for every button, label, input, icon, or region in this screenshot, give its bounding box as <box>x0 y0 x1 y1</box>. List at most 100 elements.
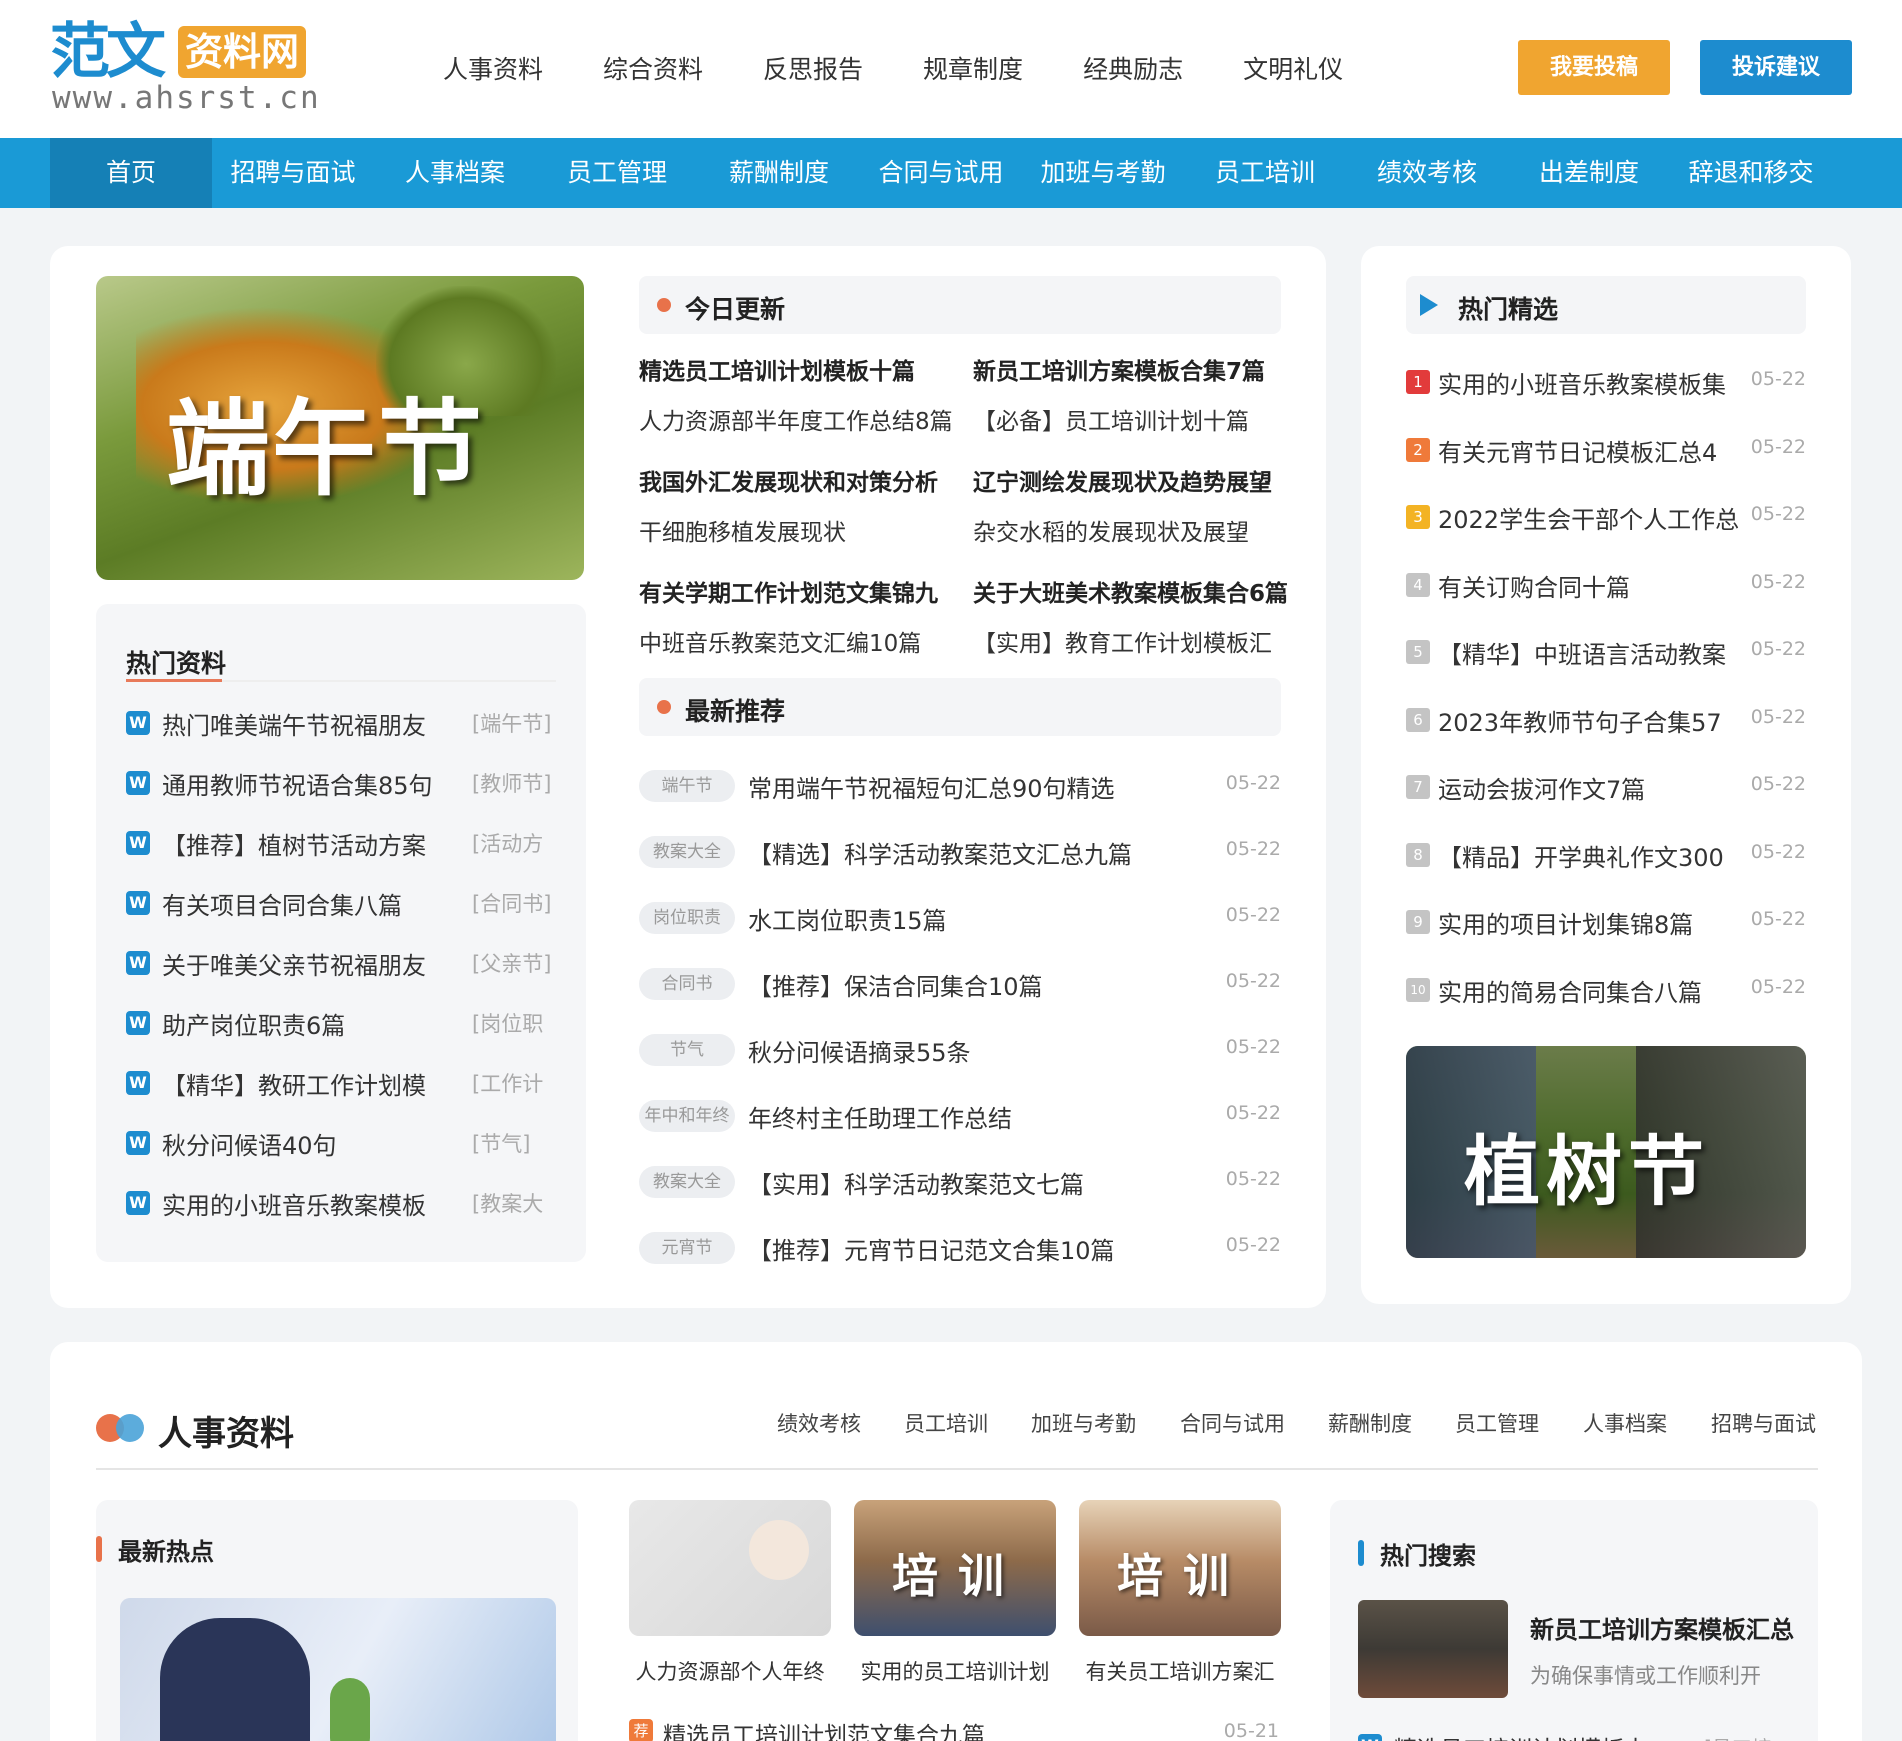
article-thumbnail[interactable]: 培训 <box>1079 1500 1281 1636</box>
ranked-item[interactable]: 4 有关订购合同十篇 05-22 <box>1406 565 1806 605</box>
thumbnail-title[interactable]: 实用的员工培训计划 <box>854 1656 1056 1686</box>
category-pill[interactable]: 岗位职责 <box>639 902 735 934</box>
recommend-title[interactable]: 秋分问候语摘录55条 <box>748 1033 971 1068</box>
main-nav-item[interactable]: 招聘与面试 <box>212 138 374 208</box>
list-item-title[interactable]: 秋分问候语40句 <box>162 1126 337 1161</box>
update-link[interactable]: 【实用】教育工作计划模板汇 <box>973 624 1272 658</box>
update-link[interactable]: 我国外汇发展现状和对策分析 <box>639 463 938 497</box>
list-item-title[interactable]: 【推荐】植树节活动方案 <box>162 826 426 861</box>
list-item-title[interactable]: 【精华】教研工作计划模 <box>162 1066 426 1101</box>
recommend-row[interactable]: 年中和年终 年终村主任助理工作总结 05-22 <box>639 1096 1281 1136</box>
recommend-title[interactable]: 年终村主任助理工作总结 <box>748 1099 1012 1134</box>
ranked-item-title[interactable]: 有关元宵节日记模板汇总4 <box>1438 433 1758 468</box>
list-item[interactable]: 荐 精选员工培训计划范文集合九篇 05-21 <box>629 1716 1279 1741</box>
thumbnail-title[interactable]: 人力资源部个人年终 <box>629 1656 831 1686</box>
section-tab[interactable]: 员工管理 <box>1455 1408 1539 1438</box>
recommend-title[interactable]: 常用端午节祝福短句汇总90句精选 <box>748 769 1115 804</box>
list-item[interactable]: W 实用的小班音乐教案模板 [教案大 <box>126 1184 566 1224</box>
recommend-title[interactable]: 【推荐】元宵节日记范文合集10篇 <box>748 1231 1115 1266</box>
list-item-tag[interactable]: [合同书] <box>472 888 551 918</box>
ranked-item-title[interactable]: 实用的小班音乐教案模板集 <box>1438 365 1758 400</box>
article-thumbnail[interactable] <box>629 1500 831 1636</box>
ranked-item[interactable]: 10 实用的简易合同集合八篇 05-22 <box>1406 970 1806 1010</box>
section-tab[interactable]: 薪酬制度 <box>1328 1408 1412 1438</box>
list-item-tag[interactable]: [岗位职 <box>472 1008 543 1038</box>
featured-article-title[interactable]: 新员工培训方案模板汇总 <box>1530 1610 1794 1645</box>
list-item-title[interactable]: 关于唯美父亲节祝福朋友 <box>162 946 426 981</box>
ranked-item-title[interactable]: 实用的项目计划集锦8篇 <box>1438 905 1758 940</box>
recommend-row[interactable]: 教案大全 【实用】科学活动教案范文七篇 05-22 <box>639 1162 1281 1202</box>
ranked-item-title[interactable]: 2023年教师节句子合集57 <box>1438 703 1758 738</box>
list-item-tag[interactable]: [父亲节] <box>472 948 551 978</box>
list-item[interactable]: W 热门唯美端午节祝福朋友 [端午节] <box>126 704 566 744</box>
top-nav-item[interactable]: 经典励志 <box>1083 50 1183 86</box>
category-pill[interactable]: 端午节 <box>639 770 735 802</box>
list-item[interactable]: W 【精华】教研工作计划模 [工作计 <box>126 1064 566 1104</box>
list-item[interactable]: W 关于唯美父亲节祝福朋友 [父亲节] <box>126 944 566 984</box>
list-item-title[interactable]: 有关项目合同合集八篇 <box>162 886 402 921</box>
office-worker-image[interactable] <box>120 1598 556 1741</box>
dragon-boat-banner-image[interactable]: 端午节 <box>96 276 584 580</box>
list-item[interactable]: W 有关项目合同合集八篇 [合同书] <box>126 884 566 924</box>
list-item[interactable]: W 秋分问候语40句 [节气] <box>126 1124 566 1164</box>
list-item[interactable]: W 助产岗位职责6篇 [岗位职 <box>126 1004 566 1044</box>
list-item-tag[interactable]: [教师节] <box>472 768 551 798</box>
section-tab[interactable]: 人事档案 <box>1583 1408 1667 1438</box>
thumbnail-title[interactable]: 有关员工培训方案汇 <box>1079 1656 1281 1686</box>
list-item[interactable]: W 精选员工培训计划模板十 [员工培 <box>1358 1726 1798 1741</box>
site-logo[interactable]: 范文 资料网 www.ahsrst.cn <box>50 20 319 120</box>
recommend-row[interactable]: 元宵节 【推荐】元宵节日记范文合集10篇 05-22 <box>639 1228 1281 1268</box>
update-link[interactable]: 干细胞移植发展现状 <box>639 513 846 547</box>
article-thumbnail[interactable]: 培训 <box>854 1500 1056 1636</box>
ranked-item[interactable]: 1 实用的小班音乐教案模板集 05-22 <box>1406 362 1806 402</box>
category-pill[interactable]: 年中和年终 <box>639 1100 735 1132</box>
ranked-item-title[interactable]: 实用的简易合同集合八篇 <box>1438 973 1758 1008</box>
recommend-title[interactable]: 【实用】科学活动教案范文七篇 <box>748 1165 1084 1200</box>
list-item-title[interactable]: 热门唯美端午节祝福朋友 <box>162 706 426 741</box>
ranked-item-title[interactable]: 2022学生会干部个人工作总 <box>1438 500 1758 535</box>
ranked-item-title[interactable]: 【精华】中班语言活动教案 <box>1438 635 1758 670</box>
update-link[interactable]: 新员工培训方案模板合集7篇 <box>973 352 1265 386</box>
ranked-item-title[interactable]: 有关订购合同十篇 <box>1438 568 1758 603</box>
update-link[interactable]: 精选员工培训计划模板十篇 <box>639 352 915 386</box>
update-link[interactable]: 中班音乐教案范文汇编10篇 <box>639 624 921 658</box>
recommend-title[interactable]: 【推荐】保洁合同集合10篇 <box>748 967 1043 1002</box>
category-pill[interactable]: 节气 <box>639 1034 735 1066</box>
list-item-tag[interactable]: [节气] <box>472 1128 530 1158</box>
recommend-title[interactable]: 水工岗位职责15篇 <box>748 901 947 936</box>
update-link[interactable]: 人力资源部半年度工作总结8篇 <box>639 402 953 436</box>
ranked-item[interactable]: 2 有关元宵节日记模板汇总4 05-22 <box>1406 430 1806 470</box>
section-tab[interactable]: 员工培训 <box>904 1408 988 1438</box>
update-link[interactable]: 【必备】员工培训计划十篇 <box>973 402 1249 436</box>
main-nav-item[interactable]: 员工管理 <box>536 138 698 208</box>
main-nav-item[interactable]: 薪酬制度 <box>698 138 860 208</box>
section-tab[interactable]: 合同与试用 <box>1180 1408 1285 1438</box>
main-nav-item[interactable]: 员工培训 <box>1184 138 1346 208</box>
ranked-item[interactable]: 5 【精华】中班语言活动教案 05-22 <box>1406 632 1806 672</box>
complaint-button[interactable]: 投诉建议 <box>1700 40 1852 95</box>
list-item-title[interactable]: 通用教师节祝语合集85句 <box>162 766 433 801</box>
ranked-item[interactable]: 6 2023年教师节句子合集57 05-22 <box>1406 700 1806 740</box>
list-item[interactable]: W 【推荐】植树节活动方案 [活动方 <box>126 824 566 864</box>
top-nav-item[interactable]: 综合资料 <box>603 50 703 86</box>
category-pill[interactable]: 教案大全 <box>639 1166 735 1198</box>
ranked-item-title[interactable]: 运动会拔河作文7篇 <box>1438 770 1758 805</box>
main-nav-item[interactable]: 辞退和移交 <box>1670 138 1832 208</box>
ranked-item[interactable]: 9 实用的项目计划集锦8篇 05-22 <box>1406 902 1806 942</box>
recommend-row[interactable]: 岗位职责 水工岗位职责15篇 05-22 <box>639 898 1281 938</box>
update-link[interactable]: 有关学期工作计划范文集锦九 <box>639 574 938 608</box>
top-nav-item[interactable]: 反思报告 <box>763 50 863 86</box>
list-item-tag[interactable]: [工作计 <box>472 1068 543 1098</box>
list-item-tag[interactable]: [活动方 <box>472 828 543 858</box>
list-item-tag[interactable]: [员工培 <box>1704 1732 1772 1741</box>
submit-article-button[interactable]: 我要投稿 <box>1518 40 1670 95</box>
recommend-row[interactable]: 合同书 【推荐】保洁合同集合10篇 05-22 <box>639 964 1281 1004</box>
recommend-title[interactable]: 【精选】科学活动教案范文汇总九篇 <box>748 835 1132 870</box>
update-link[interactable]: 关于大班美术教案模板集合6篇 <box>973 574 1288 608</box>
ranked-item[interactable]: 7 运动会拔河作文7篇 05-22 <box>1406 767 1806 807</box>
main-nav-item[interactable]: 人事档案 <box>374 138 536 208</box>
list-item-title[interactable]: 实用的小班音乐教案模板 <box>162 1186 426 1221</box>
arbor-day-banner-image[interactable]: 植树节 <box>1406 1046 1806 1258</box>
main-nav-item-home[interactable]: 首页 <box>50 138 212 208</box>
list-item-tag[interactable]: [端午节] <box>472 708 551 738</box>
